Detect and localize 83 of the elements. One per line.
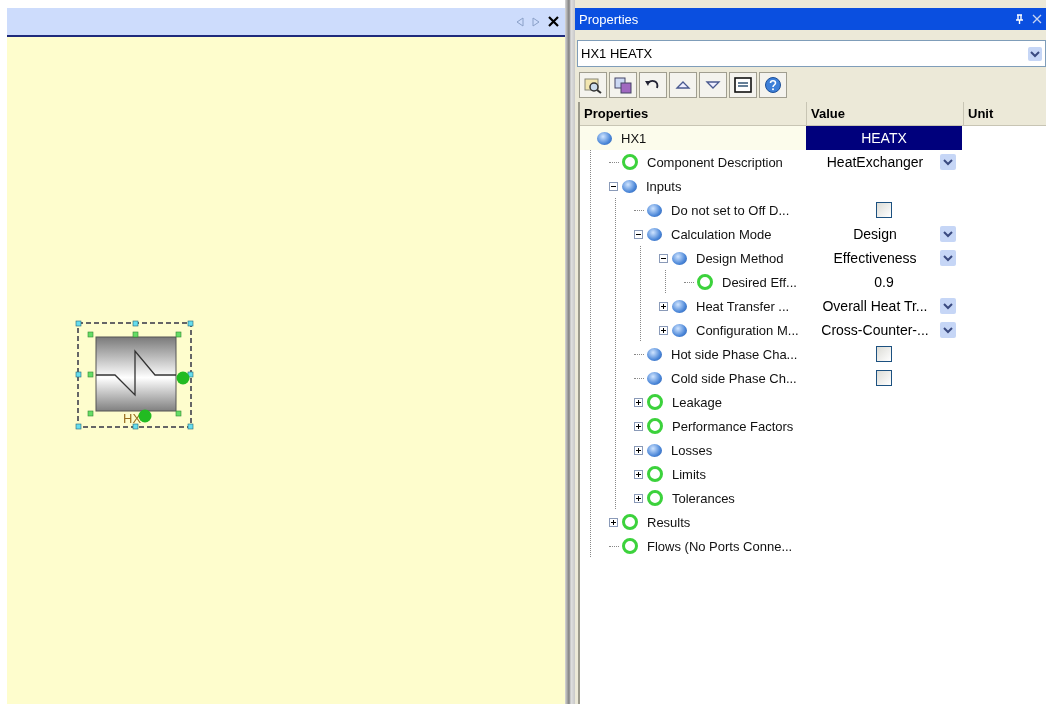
column-header[interactable]: Value — [807, 102, 964, 125]
property-name[interactable]: Configuration M... — [696, 322, 799, 338]
component-label: HX — [123, 412, 142, 426]
chevron-down-icon — [940, 250, 956, 266]
sphere-icon — [647, 203, 662, 217]
column-header[interactable]: Properties — [580, 102, 807, 125]
property-value[interactable]: 0.9 — [874, 274, 894, 290]
property-name[interactable]: HX1 — [621, 130, 647, 146]
value-dropdown[interactable]: Cross-Counter-... — [806, 322, 962, 338]
sphere-icon — [672, 251, 687, 265]
expand-icon[interactable] — [634, 469, 643, 479]
ring-icon — [647, 394, 663, 410]
sphere-icon — [597, 131, 612, 145]
object-selector[interactable]: HX1 HEATX — [577, 40, 1046, 67]
column-header[interactable]: Unit — [964, 102, 1046, 125]
pin-icon[interactable] — [1015, 13, 1024, 25]
chevron-down-icon — [1028, 46, 1042, 61]
fit-width-button[interactable] — [729, 72, 757, 98]
ring-icon — [622, 514, 638, 530]
property-name[interactable]: Calculation Mode — [671, 226, 772, 242]
property-name[interactable]: Losses — [671, 442, 713, 458]
sphere-icon — [622, 179, 637, 193]
value-dropdown[interactable]: HeatExchanger — [806, 154, 962, 170]
property-name[interactable]: Flows (No Ports Conne... — [647, 538, 793, 554]
chevron-down-icon — [940, 226, 956, 242]
magnifier-icon — [583, 76, 603, 94]
ring-icon — [647, 466, 663, 482]
value-dropdown[interactable]: Overall Heat Tr... — [806, 298, 962, 314]
checkbox[interactable] — [876, 370, 892, 386]
property-name[interactable]: Leakage — [672, 394, 722, 410]
checkbox[interactable] — [876, 346, 892, 362]
property-name[interactable]: Cold side Phase Ch... — [671, 370, 797, 386]
panel-title: Properties — [579, 11, 640, 27]
sphere-icon — [647, 443, 662, 457]
pages-icon — [613, 76, 633, 94]
property-name[interactable]: Heat Transfer ... — [696, 298, 790, 314]
expand-icon[interactable] — [659, 325, 668, 335]
expand-icon[interactable] — [634, 445, 643, 455]
ring-icon — [647, 418, 663, 434]
close-icon[interactable] — [548, 16, 559, 27]
help-button[interactable] — [759, 72, 787, 98]
property-name[interactable]: Desired Eff... — [722, 274, 797, 290]
expand-icon[interactable] — [634, 493, 643, 503]
property-name[interactable]: Performance Factors — [672, 418, 794, 434]
ring-icon — [647, 490, 663, 506]
property-name[interactable]: Inputs — [646, 178, 682, 194]
property-name[interactable]: Results — [647, 514, 691, 530]
checkbox[interactable] — [876, 202, 892, 218]
expand-icon[interactable] — [659, 301, 668, 311]
undo-button[interactable] — [639, 72, 667, 98]
find-button[interactable] — [579, 72, 607, 98]
property-name[interactable]: Design Method — [696, 250, 784, 266]
property-name[interactable]: Limits — [672, 466, 706, 482]
fit-width-icon — [733, 76, 753, 94]
property-name[interactable]: Component Description — [647, 154, 783, 170]
property-name[interactable]: Do not set to Off D... — [671, 202, 790, 218]
ring-icon — [622, 538, 638, 554]
help-icon — [763, 76, 783, 94]
collapse-icon[interactable] — [634, 229, 643, 239]
sphere-icon — [672, 323, 687, 337]
move-down-button[interactable] — [699, 72, 727, 98]
expand-icon[interactable] — [634, 397, 643, 407]
ring-icon — [622, 154, 638, 170]
property-name[interactable]: Hot side Phase Cha... — [671, 346, 798, 362]
chevron-down-icon — [940, 298, 956, 314]
sphere-icon — [647, 227, 662, 241]
heat-exchanger-drawing[interactable] — [75, 320, 195, 432]
collapse-icon[interactable] — [659, 253, 668, 263]
value-dropdown[interactable]: Design — [806, 226, 962, 242]
sphere-icon — [647, 347, 662, 361]
chevron-down-icon — [940, 322, 956, 338]
expand-icon[interactable] — [609, 517, 618, 527]
property-name[interactable]: Tolerances — [672, 490, 735, 506]
sphere-icon — [647, 371, 662, 385]
copy-button[interactable] — [609, 72, 637, 98]
chevron-down-icon — [940, 154, 956, 170]
property-value[interactable]: HEATX — [861, 130, 907, 146]
sphere-icon — [672, 299, 687, 313]
value-dropdown[interactable]: Effectiveness — [806, 250, 962, 266]
collapse-icon[interactable] — [609, 181, 618, 191]
expand-icon[interactable] — [634, 421, 643, 431]
move-up-button[interactable] — [669, 72, 697, 98]
ring-icon — [697, 274, 713, 290]
